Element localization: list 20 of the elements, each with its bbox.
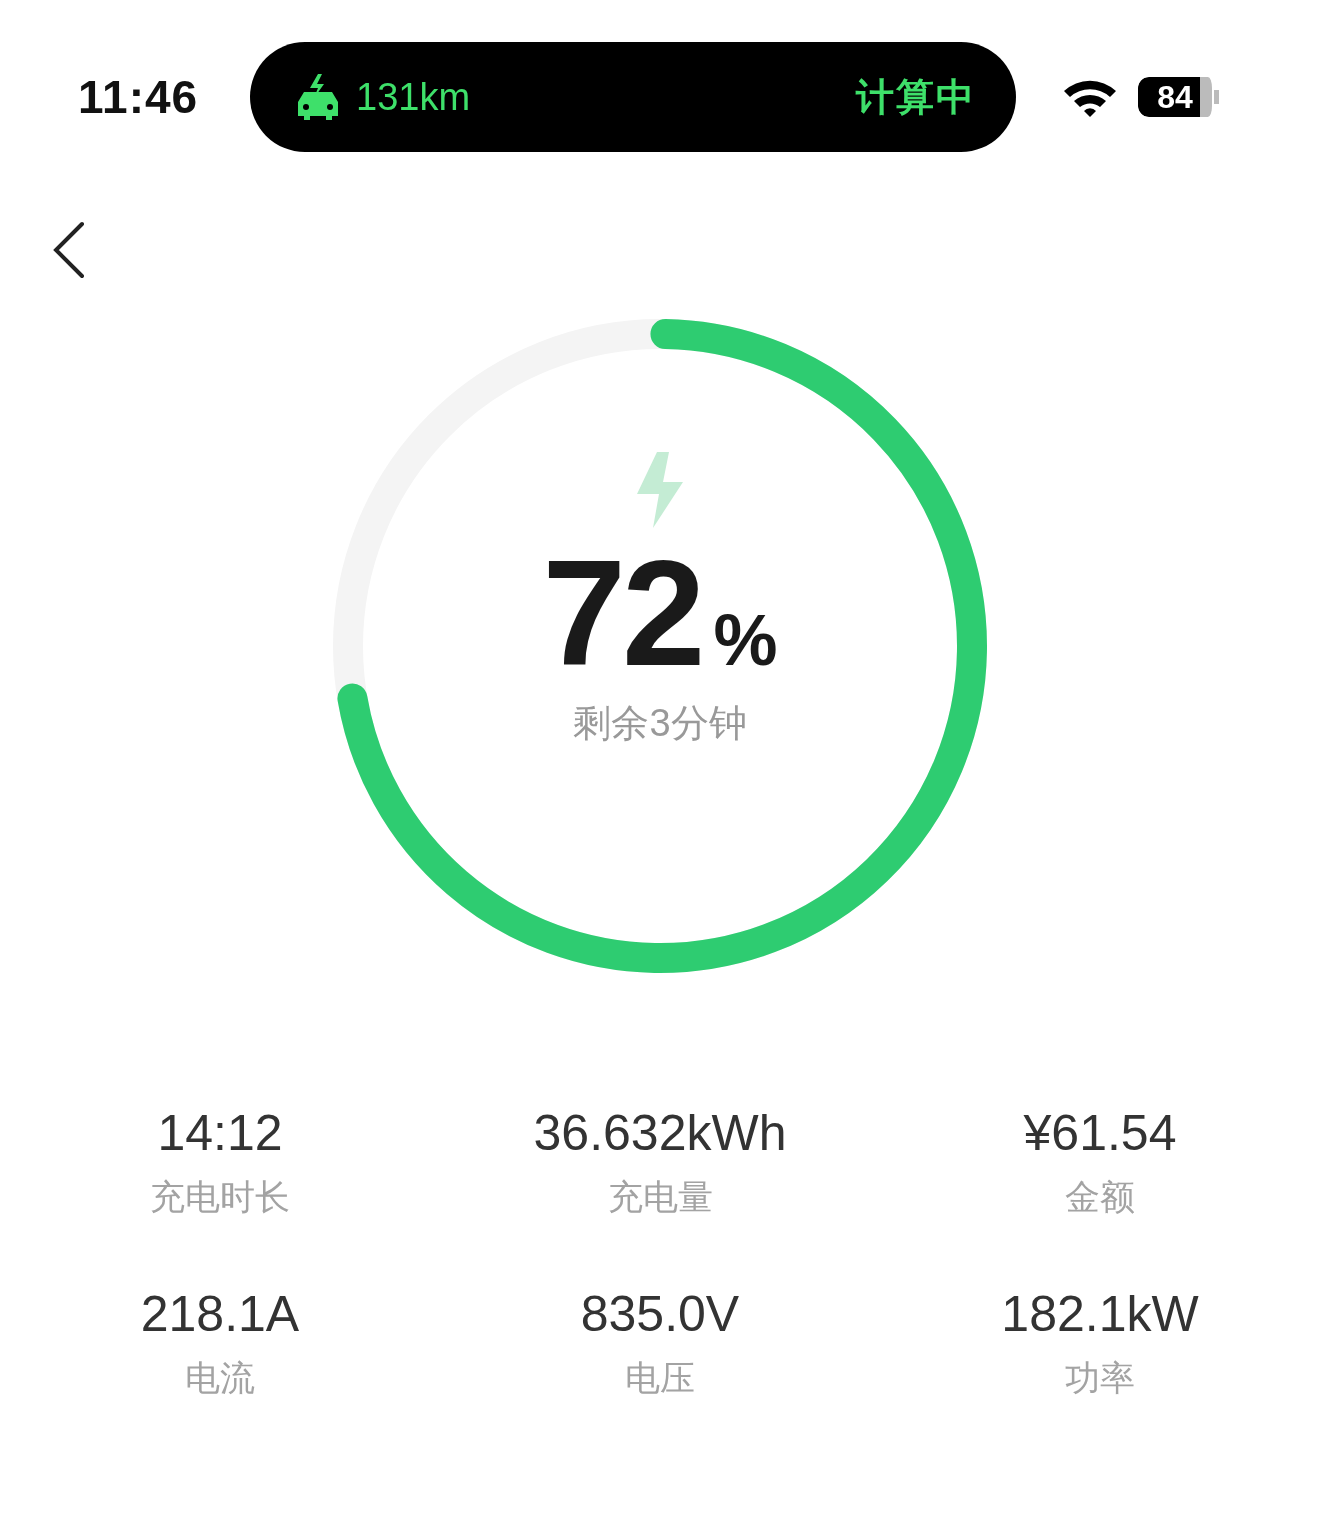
stat-value: 218.1A xyxy=(140,1285,300,1343)
stat-label: 金额 xyxy=(1065,1176,1135,1218)
stat-label: 充电量 xyxy=(607,1176,713,1218)
stat-value: 835.0V xyxy=(580,1285,740,1343)
percent-sign: % xyxy=(713,599,778,681)
stat-value: 182.1kW xyxy=(1001,1285,1199,1343)
stat-value: 36.632kWh xyxy=(533,1104,787,1162)
battery-percent: 84 xyxy=(1157,78,1193,116)
stat-label: 电流 xyxy=(185,1357,255,1399)
stat-label: 充电时长 xyxy=(150,1176,290,1218)
stat-value: ¥61.54 xyxy=(1023,1104,1177,1162)
range-text: 131km xyxy=(356,75,472,119)
status-text: 计算中 xyxy=(856,74,976,120)
charge-percent: 72 xyxy=(542,538,702,688)
clock-time: 11:46 xyxy=(78,70,200,124)
stat-label: 电压 xyxy=(625,1357,695,1399)
lightning-icon xyxy=(635,452,685,528)
stat-value: 14:12 xyxy=(157,1104,283,1162)
time-remaining: 剩余3分钟 xyxy=(573,701,747,746)
stat-label: 功率 xyxy=(1065,1357,1135,1399)
